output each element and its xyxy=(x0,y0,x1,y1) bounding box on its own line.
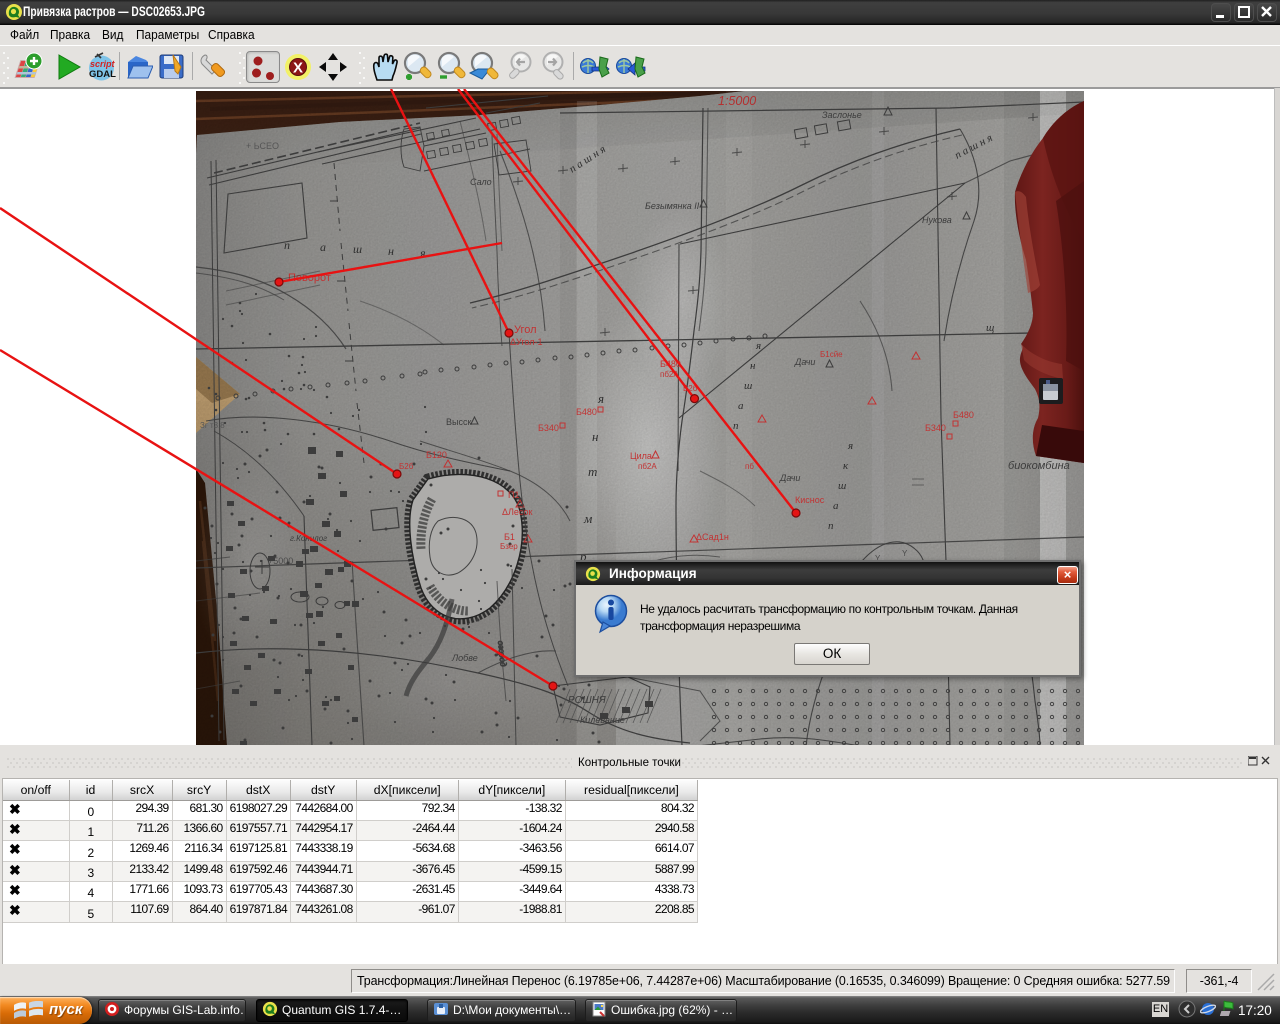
svg-text:Цила: Цила xyxy=(630,451,652,461)
svg-text:Зг т3.8: Зг т3.8 xyxy=(200,421,225,430)
svg-text:Нукова: Нукова xyxy=(922,215,952,225)
svg-text:н: н xyxy=(750,360,756,372)
svg-text:ΔСад1н: ΔСад1н xyxy=(696,532,729,542)
svg-text:а: а xyxy=(833,500,839,512)
svg-text:Б1сйе: Б1сйе xyxy=(820,350,843,359)
svg-text:т: т xyxy=(588,464,597,479)
svg-text:Б480: Б480 xyxy=(953,410,974,420)
svg-text:ш: ш xyxy=(353,242,362,256)
svg-text:п: п xyxy=(284,238,290,252)
svg-text:Угол: Угол xyxy=(514,324,537,336)
svg-text:Y: Y xyxy=(902,549,908,558)
svg-text:script: script xyxy=(90,59,116,69)
svg-text:м: м xyxy=(583,511,592,526)
svg-text:я: я xyxy=(755,340,761,352)
svg-text:ш: ш xyxy=(838,480,846,492)
svg-text:а: а xyxy=(738,400,744,412)
svg-text:Киснос: Киснос xyxy=(795,495,825,505)
svg-text:ΔЛесок: ΔЛесок xyxy=(502,507,533,517)
svg-text:а: а xyxy=(320,240,326,254)
svg-text:Б480: Б480 xyxy=(576,407,597,417)
svg-text:Дачи: Дачи xyxy=(779,473,800,483)
svg-text:GDAL: GDAL xyxy=(89,69,116,80)
svg-text:Высск: Высск xyxy=(446,417,471,427)
svg-text:я: я xyxy=(597,391,604,406)
svg-text:X: X xyxy=(293,60,303,77)
svg-text:ш: ш xyxy=(744,380,752,392)
svg-text:биокомбина: биокомбина xyxy=(1008,460,1070,472)
svg-text:Б340: Б340 xyxy=(538,423,559,433)
svg-text:щ: щ xyxy=(986,322,994,334)
svg-text:Заслонье: Заслонье xyxy=(822,110,862,120)
svg-text:РОШНЯ: РОШНЯ xyxy=(568,695,606,706)
svg-text:1:5000: 1:5000 xyxy=(718,94,756,108)
svg-text:ΔУгол-1: ΔУгол-1 xyxy=(510,337,542,347)
svg-text:п: п xyxy=(733,420,739,432)
svg-text:к: к xyxy=(843,460,849,472)
svg-text:п: п xyxy=(828,520,834,532)
svg-text:Б120: Б120 xyxy=(426,450,447,460)
svg-text:пб: пб xyxy=(745,462,754,471)
svg-text:н: н xyxy=(592,429,598,444)
svg-text:Бзер: Бзер xyxy=(500,542,518,551)
svg-text:я: я xyxy=(847,440,853,452)
svg-text:Безымянка II: Безымянка II xyxy=(645,201,700,211)
svg-text:Лобве: Лобве xyxy=(451,653,478,663)
svg-text:Б1: Б1 xyxy=(504,532,515,542)
svg-text:Б2б: Б2б xyxy=(399,462,414,471)
svg-text:н: н xyxy=(388,244,394,258)
svg-text:П1: П1 xyxy=(508,490,519,500)
svg-text:+ ЬСЕО: + ЬСЕО xyxy=(246,141,279,151)
svg-text:Дачи: Дачи xyxy=(794,357,815,367)
svg-text:Б340: Б340 xyxy=(925,423,946,433)
svg-text:пб2А: пб2А xyxy=(638,462,657,471)
